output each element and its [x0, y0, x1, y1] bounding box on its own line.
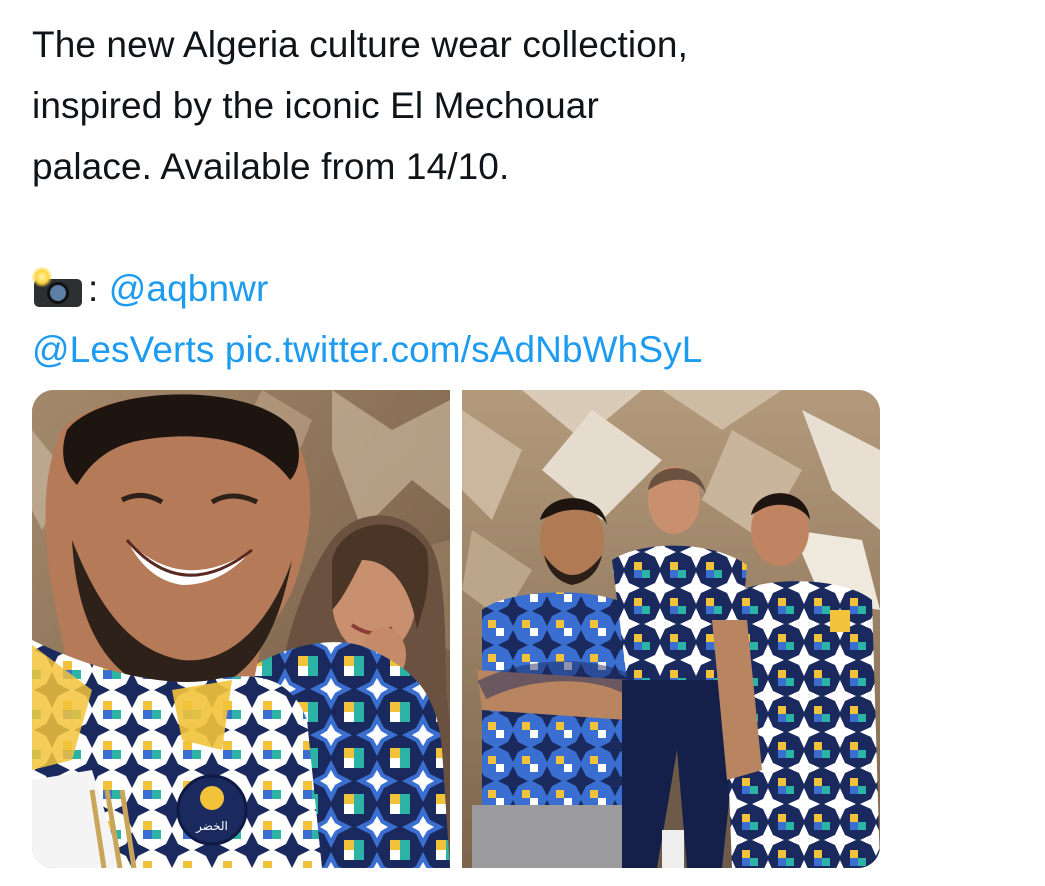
- credit-separator: :: [88, 268, 109, 309]
- mention-link[interactable]: @LesVerts: [32, 329, 214, 370]
- tweet-text: The new Algeria culture wear collection,…: [32, 14, 1012, 380]
- media-grid: الخضر: [32, 390, 880, 868]
- camera-with-flash-icon: [32, 267, 84, 307]
- photo-left-image: الخضر: [32, 390, 450, 868]
- mention-line: @LesVerts pic.twitter.com/sAdNbWhSyL: [32, 319, 1012, 380]
- tweet-line-2: inspired by the iconic El Mechouar: [32, 85, 599, 126]
- pic-link[interactable]: pic.twitter.com/sAdNbWhSyL: [225, 329, 703, 370]
- jersey-badge-text: الخضر: [195, 819, 228, 834]
- tweet-line-3: palace. Available from 14/10.: [32, 146, 510, 187]
- photo-right[interactable]: [462, 390, 880, 868]
- photo-right-image: [462, 390, 880, 868]
- tweet-line-1: The new Algeria culture wear collection,: [32, 24, 688, 65]
- photographer-handle-link[interactable]: @aqbnwr: [109, 268, 269, 309]
- photo-credit-line: : @aqbnwr: [32, 258, 1012, 319]
- photo-left[interactable]: الخضر: [32, 390, 450, 868]
